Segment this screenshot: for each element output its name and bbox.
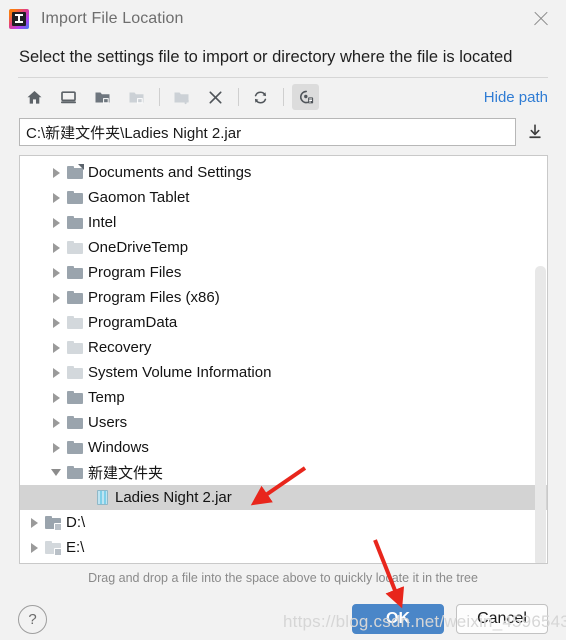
tree-row-label: Program Files	[88, 264, 182, 282]
toolbar-separator-3	[283, 88, 284, 107]
tree-row[interactable]: Temp	[20, 385, 547, 410]
tree-row-label: Recovery	[88, 339, 152, 357]
folder-icon	[65, 185, 85, 210]
toolbar-separator-2	[238, 88, 239, 107]
chevron-right-icon[interactable]	[47, 260, 65, 285]
tree-row-label: OneDriveTemp	[88, 239, 189, 257]
folder-icon	[65, 285, 85, 310]
help-button[interactable]: ?	[18, 604, 47, 634]
toolbar-separator	[159, 88, 160, 107]
tree-row[interactable]: Users	[20, 410, 547, 435]
tree-row-label: System Volume Information	[88, 364, 272, 382]
window-title: Import File Location	[41, 9, 184, 27]
project-folder-icon[interactable]	[89, 84, 116, 110]
tree-row-label: Users	[88, 414, 128, 432]
tree-row[interactable]: System Volume Information	[20, 360, 547, 385]
tree-row-label: D:\	[66, 514, 86, 532]
hide-path-link[interactable]: Hide path	[484, 89, 548, 106]
dialog-buttons: OK Cancel	[352, 604, 548, 635]
chevron-right-icon[interactable]	[47, 235, 65, 260]
tree-row[interactable]: Ladies Night 2.jar	[20, 485, 547, 511]
folder-icon	[65, 385, 85, 410]
tree-row[interactable]: Recovery	[20, 335, 547, 360]
directory-tree: Documents and Settings Gaomon Tablet Intel…	[20, 156, 547, 560]
folder-link-icon	[65, 160, 85, 185]
vertical-scrollbar[interactable]	[535, 266, 546, 564]
tree-row-label: Gaomon Tablet	[88, 189, 190, 207]
path-row: C:\新建文件夹\Ladies Night 2.jar	[0, 116, 566, 148]
tree-row[interactable]: Windows	[20, 435, 547, 460]
tree-row[interactable]: Program Files (x86)	[20, 285, 547, 310]
chevron-right-icon[interactable]	[25, 535, 43, 560]
folder-icon	[65, 260, 85, 285]
drive-locked-icon	[43, 510, 63, 535]
directory-tree-panel[interactable]: Documents and Settings Gaomon Tablet Intel…	[19, 155, 548, 565]
tree-row[interactable]: OneDriveTemp	[20, 235, 547, 260]
import-file-location-dialog: Import File Location Select the settings…	[0, 0, 566, 640]
folder-hidden-icon	[65, 360, 85, 385]
tree-row[interactable]: ProgramData	[20, 310, 547, 335]
download-icon[interactable]	[522, 118, 548, 146]
tree-row[interactable]: 新建文件夹	[20, 460, 547, 485]
chevron-right-icon[interactable]	[47, 335, 65, 360]
chevron-right-icon[interactable]	[47, 285, 65, 310]
chevron-right-icon[interactable]	[47, 210, 65, 235]
chevron-right-icon[interactable]	[47, 410, 65, 435]
folder-icon	[65, 460, 85, 485]
new-folder-icon	[168, 84, 195, 110]
title-bar: Import File Location	[0, 0, 566, 37]
folder-icon	[65, 210, 85, 235]
chevron-right-icon[interactable]	[47, 310, 65, 335]
module-folder-icon	[123, 84, 150, 110]
tree-row[interactable]: D:\	[20, 510, 547, 535]
tree-row-label: ProgramData	[88, 314, 178, 332]
drag-drop-hint: Drag and drop a file into the space abov…	[88, 571, 478, 586]
folder-hidden-icon	[65, 310, 85, 335]
intellij-idea-icon	[9, 8, 29, 29]
folder-hidden-icon	[65, 235, 85, 260]
ok-button[interactable]: OK	[352, 604, 444, 635]
chevron-right-icon[interactable]	[47, 360, 65, 385]
dialog-prompt: Select the settings file to import or di…	[19, 48, 513, 66]
show-hidden-files-icon[interactable]	[292, 84, 319, 111]
drive-locked-icon	[43, 535, 63, 560]
cancel-button[interactable]: Cancel	[456, 604, 548, 635]
folder-icon	[65, 435, 85, 460]
tree-row-label: Windows	[88, 439, 149, 457]
file-chooser-toolbar: Hide path	[0, 78, 566, 116]
tree-row-label: E:\	[66, 539, 85, 557]
delete-icon[interactable]	[202, 84, 229, 110]
home-icon[interactable]	[21, 84, 48, 110]
path-input[interactable]: C:\新建文件夹\Ladies Night 2.jar	[19, 118, 516, 147]
tree-row-label: 新建文件夹	[88, 465, 164, 483]
chevron-right-icon[interactable]	[47, 160, 65, 185]
chevron-right-icon[interactable]	[47, 385, 65, 410]
chevron-right-icon[interactable]	[47, 185, 65, 210]
chevron-right-icon[interactable]	[25, 510, 43, 535]
tree-row[interactable]: Gaomon Tablet	[20, 185, 547, 210]
jar-file-icon	[92, 485, 112, 510]
refresh-icon[interactable]	[247, 84, 274, 110]
tree-row[interactable]: Intel	[20, 210, 547, 235]
tree-row-label: Intel	[88, 214, 117, 232]
folder-hidden-icon	[65, 335, 85, 360]
tree-row-label: Program Files (x86)	[88, 289, 220, 307]
tree-row[interactable]: E:\	[20, 535, 547, 560]
twisty-placeholder	[74, 485, 92, 510]
tree-row-label: Ladies Night 2.jar	[115, 489, 232, 507]
tree-row-label: Documents and Settings	[88, 164, 252, 182]
folder-icon	[65, 410, 85, 435]
tree-row[interactable]: Program Files	[20, 260, 547, 285]
chevron-right-icon[interactable]	[47, 435, 65, 460]
tree-row-label: Temp	[88, 389, 125, 407]
desktop-icon[interactable]	[55, 84, 82, 110]
chevron-down-icon[interactable]	[47, 460, 65, 485]
tree-row[interactable]: Documents and Settings	[20, 160, 547, 185]
close-icon[interactable]	[530, 8, 552, 30]
dialog-footer: ? OK Cancel	[0, 585, 566, 640]
